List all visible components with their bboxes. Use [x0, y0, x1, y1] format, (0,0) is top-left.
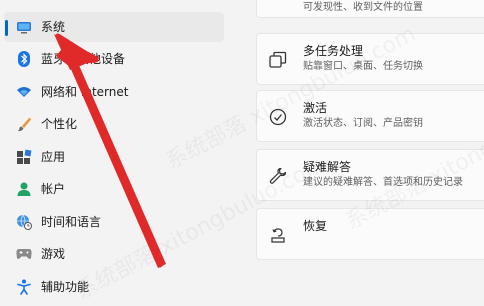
sidebar-item-label: 辅助功能 — [41, 280, 90, 294]
sidebar-item-label: 蓝牙和其他设备 — [41, 52, 126, 66]
brush-icon — [16, 116, 32, 132]
sidebar-item-label: 网络和 Internet — [41, 85, 129, 99]
check-circle-icon — [269, 108, 287, 126]
sidebar-item-bluetooth[interactable]: 蓝牙和其他设备 — [4, 44, 224, 74]
sidebar-item-gaming[interactable]: 游戏 — [4, 239, 224, 269]
card-subtitle: 激活状态、订阅、产品密钥 — [303, 118, 423, 129]
recovery-card[interactable]: 恢复 — [256, 208, 484, 260]
multitasking-icon — [269, 51, 287, 69]
wifi-icon — [16, 84, 32, 100]
recovery-icon — [269, 226, 287, 244]
card-subtitle: 贴靠窗口、桌面、任务切换 — [303, 61, 423, 72]
card-title: 疑难解答 — [303, 160, 352, 174]
sidebar-item-label: 帐户 — [41, 182, 66, 196]
card-title: 激活 — [303, 101, 328, 115]
sidebar-item-label: 游戏 — [41, 247, 66, 261]
settings-sidebar: 系统 蓝牙和其他设备 网络和 Internet 个性化 应用 帐户 时间和语言 … — [0, 0, 236, 298]
wrench-icon — [269, 167, 287, 185]
sidebar-item-time-language[interactable]: 时间和语言 — [4, 207, 224, 237]
card-subtitle: 可发现性、收到文件的位置 — [303, 2, 423, 13]
sidebar-item-apps[interactable]: 应用 — [4, 142, 224, 172]
sidebar-item-accounts[interactable]: 帐户 — [4, 174, 224, 204]
sidebar-item-personalization[interactable]: 个性化 — [4, 109, 224, 139]
sidebar-item-network[interactable]: 网络和 Internet — [4, 77, 224, 107]
sidebar-item-label: 个性化 — [41, 117, 78, 131]
nearby-sharing-card[interactable]: 可发现性、收到文件的位置 — [256, 0, 484, 18]
multitasking-card[interactable]: 多任务处理 贴靠窗口、桌面、任务切换 — [256, 33, 484, 85]
sidebar-item-system[interactable]: 系统 — [4, 12, 224, 42]
monitor-icon — [16, 19, 32, 35]
card-subtitle: 建议的疑难解答、首选项和历史记录 — [303, 177, 463, 188]
activation-card[interactable]: 激活 激活状态、订阅、产品密钥 — [256, 90, 484, 142]
sidebar-item-label: 系统 — [41, 20, 66, 34]
troubleshoot-card[interactable]: 疑难解答 建议的疑难解答、首选项和历史记录 — [256, 149, 484, 201]
sidebar-item-label: 时间和语言 — [41, 215, 102, 229]
active-indicator — [5, 20, 8, 36]
globe-clock-icon — [16, 214, 32, 230]
settings-content: 可发现性、收到文件的位置 多任务处理 贴靠窗口、桌面、任务切换 激活 激活状态、… — [256, 0, 484, 298]
sidebar-item-label: 应用 — [41, 150, 66, 164]
accessibility-icon — [16, 279, 32, 295]
apps-icon — [16, 149, 32, 165]
person-icon — [16, 181, 32, 197]
card-title: 多任务处理 — [303, 44, 364, 58]
card-title: 恢复 — [303, 219, 328, 233]
gamepad-icon — [16, 246, 32, 262]
bluetooth-icon — [16, 51, 32, 67]
